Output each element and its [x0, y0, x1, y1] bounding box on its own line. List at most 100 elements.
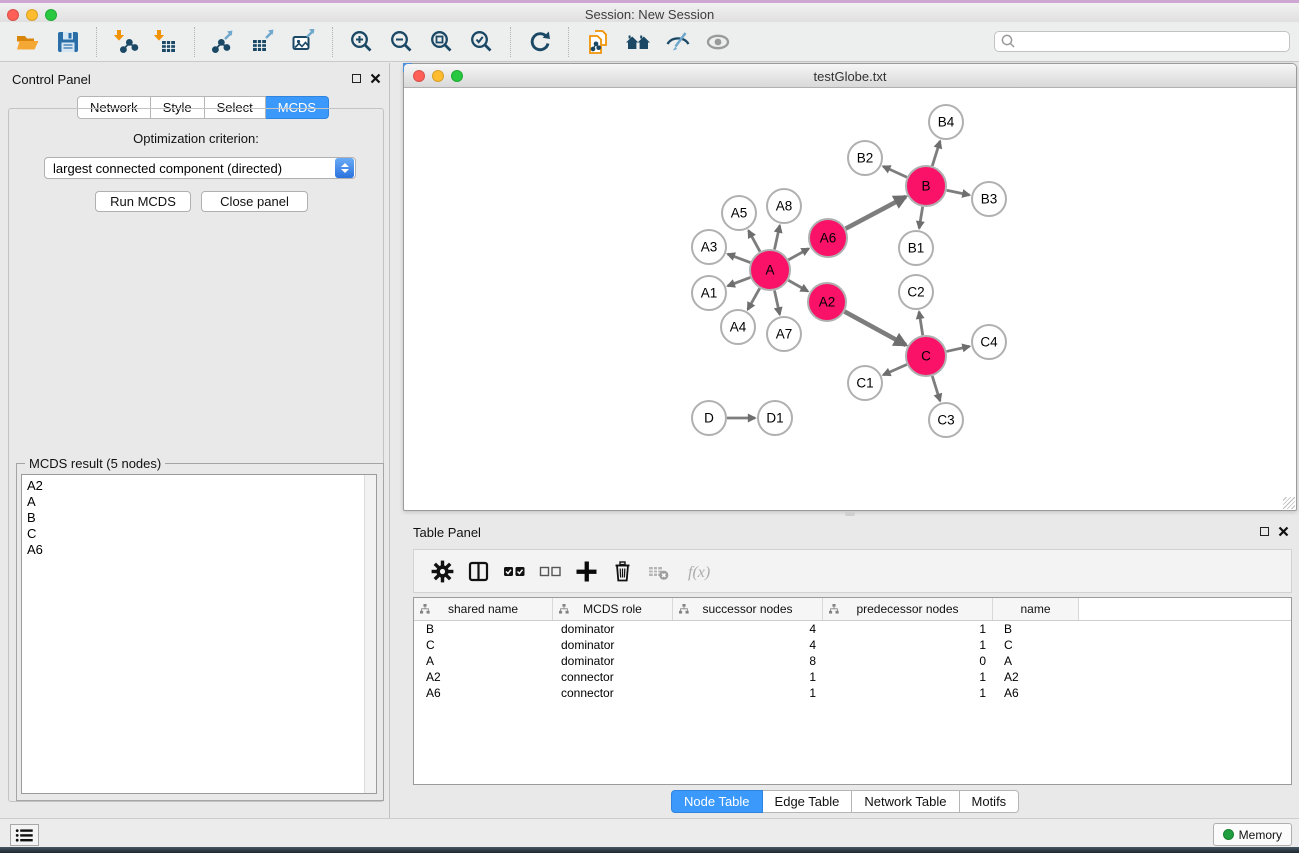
- network-node-D[interactable]: D: [692, 401, 726, 435]
- import-table-button[interactable]: [151, 27, 181, 57]
- column-header-predecessor-nodes[interactable]: predecessor nodes: [823, 598, 993, 620]
- close-panel-icon[interactable]: [1278, 526, 1289, 537]
- deselect-all-button[interactable]: [535, 557, 565, 585]
- network-node-A[interactable]: A: [750, 250, 790, 290]
- mcds-result-item[interactable]: A2: [27, 478, 376, 494]
- resize-grip[interactable]: [1283, 497, 1295, 509]
- table-cell: A6: [993, 686, 1079, 700]
- show-visual-details-button[interactable]: [703, 27, 733, 57]
- tab-node-table[interactable]: Node Table: [671, 790, 763, 813]
- column-header-MCDS-role[interactable]: MCDS role: [553, 598, 673, 620]
- delete-column-button[interactable]: [607, 557, 637, 585]
- export-table-button[interactable]: [249, 27, 279, 57]
- open-folder-button[interactable]: [13, 27, 43, 57]
- network-node-C1[interactable]: C1: [848, 366, 882, 400]
- network-node-A1[interactable]: A1: [692, 276, 726, 310]
- hide-visual-details-button[interactable]: [663, 27, 693, 57]
- network-node-B[interactable]: B: [906, 166, 946, 206]
- table-row[interactable]: Bdominator41B: [414, 621, 1291, 637]
- network-edge-A-A7: [774, 291, 779, 315]
- network-node-A7[interactable]: A7: [767, 317, 801, 351]
- svg-text:C: C: [921, 349, 931, 364]
- float-panel-icon[interactable]: [1260, 527, 1269, 536]
- export-network-button[interactable]: [209, 27, 239, 57]
- table-cell: 1: [823, 670, 993, 684]
- table-row[interactable]: A2connector11A2: [414, 669, 1291, 685]
- add-column-button[interactable]: [571, 557, 601, 585]
- svg-text:C1: C1: [856, 376, 873, 391]
- column-header-shared-name[interactable]: shared name: [414, 598, 553, 620]
- svg-text:B: B: [921, 179, 930, 194]
- table-row[interactable]: Cdominator41C: [414, 637, 1291, 653]
- task-list-icon: [15, 828, 34, 843]
- export-image-button[interactable]: [289, 27, 319, 57]
- zoom-selected-button[interactable]: [467, 27, 497, 57]
- table-panel-controls: [1260, 526, 1289, 537]
- gear-button[interactable]: [427, 557, 457, 585]
- task-history-button[interactable]: [10, 824, 39, 846]
- gear-icon: [431, 560, 454, 583]
- toolbar-separator: [510, 27, 512, 57]
- float-panel-icon[interactable]: [352, 74, 361, 83]
- network-edge-C-C4: [946, 346, 969, 351]
- refresh-button[interactable]: [525, 27, 555, 57]
- network-node-A6[interactable]: A6: [809, 219, 847, 257]
- column-header-successor-nodes[interactable]: successor nodes: [673, 598, 823, 620]
- network-node-A2[interactable]: A2: [808, 283, 846, 321]
- search-input[interactable]: [1017, 34, 1289, 50]
- zoom-out-button[interactable]: [387, 27, 417, 57]
- tab-network-table[interactable]: Network Table: [852, 790, 959, 813]
- save-button[interactable]: [53, 27, 83, 57]
- network-node-B1[interactable]: B1: [899, 231, 933, 265]
- table-toolbar: f(x): [413, 549, 1292, 593]
- table-header: shared name MCDS rolesuccessor nodesprede…: [414, 598, 1291, 621]
- table-row[interactable]: A6connector11A6: [414, 685, 1291, 701]
- network-node-B3[interactable]: B3: [972, 182, 1006, 216]
- network-canvas[interactable]: A B C A6 A2 A5 A8 A3 A1A4 A7 B1 B2 B3 B4 C1 C2 C3 C4 D D1: [404, 88, 1296, 510]
- clone-network-icon: [585, 29, 611, 55]
- tab-motifs[interactable]: Motifs: [960, 790, 1020, 813]
- import-network-button[interactable]: [111, 27, 141, 57]
- column-label: shared name: [448, 602, 518, 616]
- memory-status-icon: [1223, 829, 1234, 840]
- tab-edge-table[interactable]: Edge Table: [763, 790, 853, 813]
- close-panel-button[interactable]: Close panel: [201, 191, 308, 212]
- zoom-in-button[interactable]: [347, 27, 377, 57]
- mcds-result-item[interactable]: B: [27, 510, 376, 526]
- clone-network-button[interactable]: [583, 27, 613, 57]
- zoom-out-icon: [389, 29, 415, 55]
- close-panel-icon[interactable]: [370, 73, 381, 84]
- network-window-titlebar[interactable]: testGlobe.txt: [404, 64, 1296, 88]
- table-panel-title: Table Panel: [413, 525, 481, 540]
- zoom-fit-button[interactable]: [427, 27, 457, 57]
- home-icon: [625, 29, 651, 55]
- network-node-C[interactable]: C: [906, 336, 946, 376]
- network-node-A5[interactable]: A5: [722, 196, 756, 230]
- table-cell: B: [993, 622, 1079, 636]
- column-header-name[interactable]: name: [993, 598, 1079, 620]
- network-node-A4[interactable]: A4: [721, 310, 755, 344]
- memory-button[interactable]: Memory: [1213, 823, 1292, 846]
- scrollbar-track[interactable]: [364, 475, 376, 793]
- home-button[interactable]: [623, 27, 653, 57]
- mcds-result-item[interactable]: C: [27, 526, 376, 542]
- mcds-result-item[interactable]: A: [27, 494, 376, 510]
- network-node-A8[interactable]: A8: [767, 189, 801, 223]
- optimization-criterion-select[interactable]: largest connected component (directed): [44, 157, 356, 179]
- split-pane-button[interactable]: [463, 557, 493, 585]
- run-mcds-button[interactable]: Run MCDS: [95, 191, 191, 212]
- network-edge-A-A1: [728, 277, 751, 286]
- network-node-D1[interactable]: D1: [758, 401, 792, 435]
- table-row[interactable]: Adominator80A: [414, 653, 1291, 669]
- network-node-C2[interactable]: C2: [899, 275, 933, 309]
- network-node-B4[interactable]: B4: [929, 105, 963, 139]
- svg-text:D1: D1: [766, 411, 783, 426]
- svg-text:A5: A5: [731, 206, 748, 221]
- network-node-A3[interactable]: A3: [692, 230, 726, 264]
- network-node-C3[interactable]: C3: [929, 403, 963, 437]
- network-node-C4[interactable]: C4: [972, 325, 1006, 359]
- splitter-handle[interactable]: [845, 512, 855, 516]
- select-all-button[interactable]: [499, 557, 529, 585]
- mcds-result-item[interactable]: A6: [27, 542, 376, 558]
- network-node-B2[interactable]: B2: [848, 141, 882, 175]
